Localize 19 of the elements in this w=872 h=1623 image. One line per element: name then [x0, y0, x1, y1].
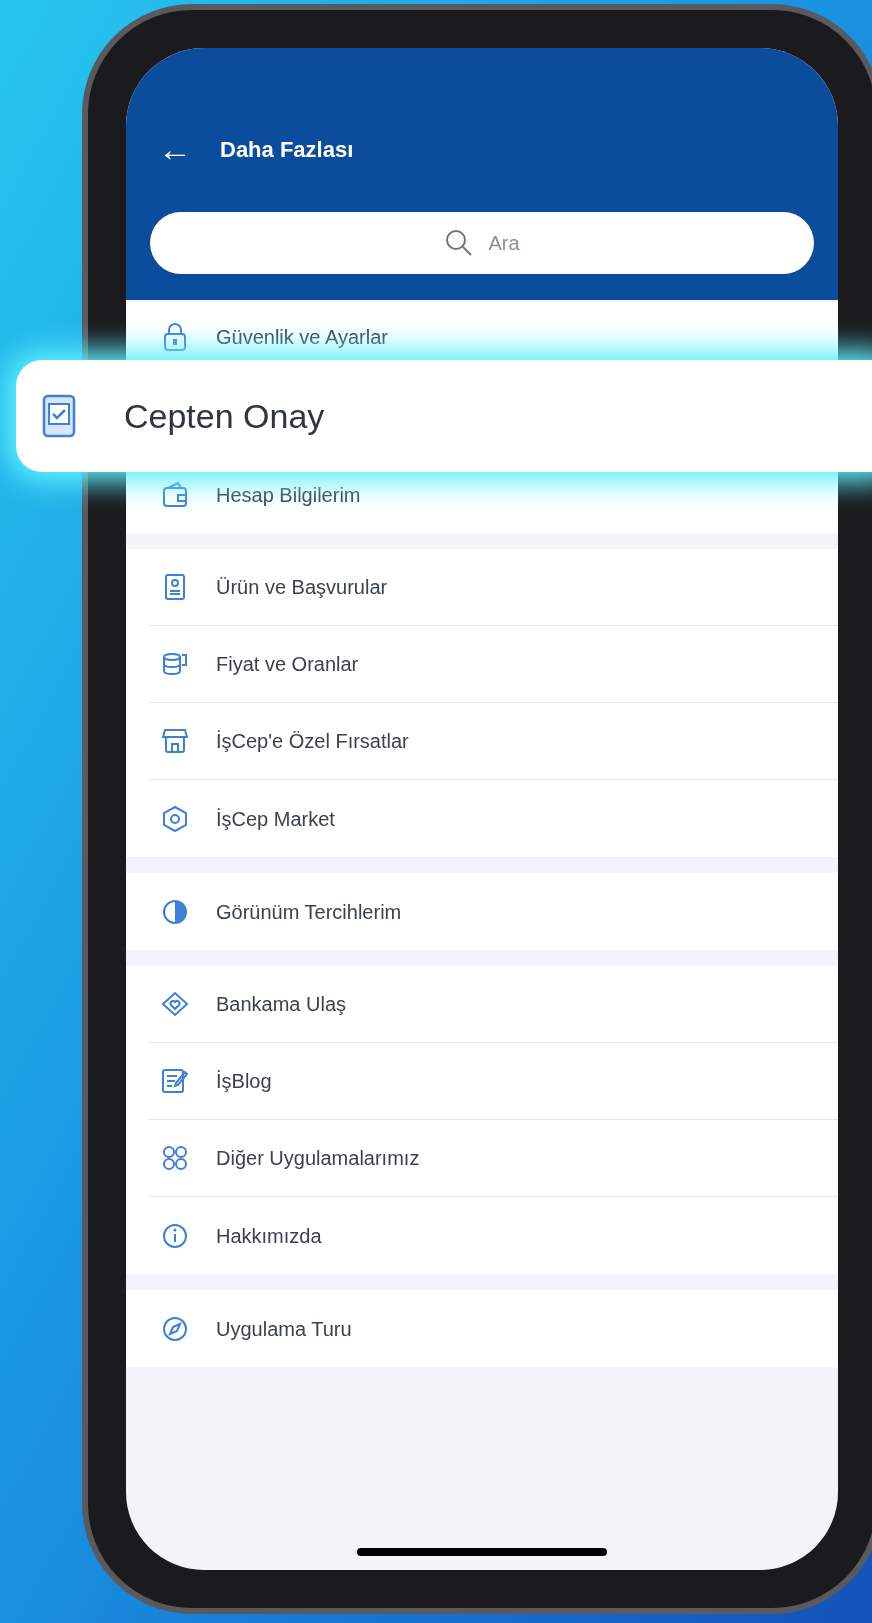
- grid-icon: [160, 1143, 190, 1173]
- screen-title: Daha Fazlası: [220, 135, 354, 164]
- home-heart-icon: [160, 989, 190, 1019]
- menu-item[interactable]: Fiyat ve Oranlar: [148, 626, 838, 703]
- store-icon: [160, 726, 190, 756]
- note-pen-icon: [160, 1066, 190, 1096]
- wallet-icon: [160, 479, 190, 510]
- menu-item[interactable]: İşCep'e Özel Fırsatlar: [148, 703, 838, 780]
- menu-item[interactable]: İşCep Market: [148, 780, 838, 857]
- menu-item[interactable]: Diğer Uygulamalarımız: [148, 1120, 838, 1197]
- menu-item[interactable]: İşBlog: [148, 1043, 838, 1120]
- menu-item[interactable]: Bankama Ulaş: [148, 966, 838, 1043]
- menu-item[interactable]: Ürün ve Başvurular: [148, 549, 838, 626]
- highlighted-menu-item[interactable]: Cepten Onay: [16, 360, 872, 472]
- phone-check-icon: [42, 394, 76, 438]
- back-arrow-icon[interactable]: ←: [158, 132, 192, 166]
- cube-icon: [160, 803, 190, 834]
- menu-item[interactable]: Hakkımızda: [148, 1197, 838, 1274]
- menu-item[interactable]: Güvenlik ve Ayarlar: [148, 302, 838, 360]
